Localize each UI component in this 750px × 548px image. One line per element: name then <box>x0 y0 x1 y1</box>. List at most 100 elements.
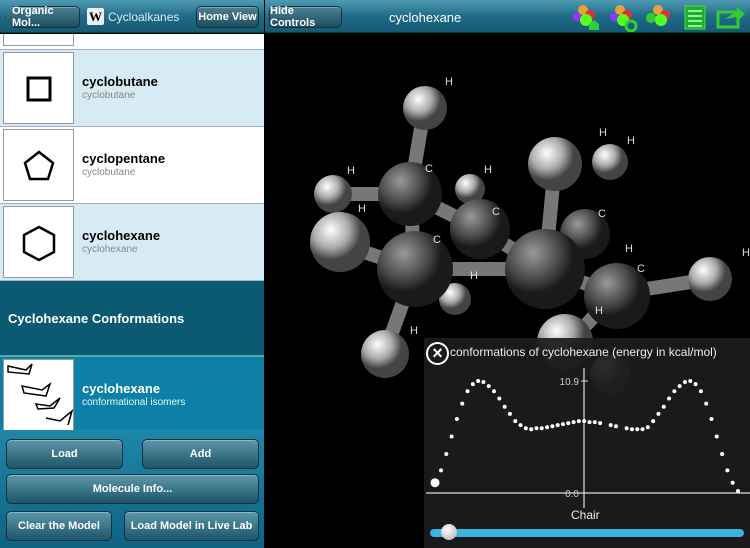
nav-title: Cycloalkanes <box>108 10 180 24</box>
y-tick-label: 10.9 <box>560 377 580 388</box>
svg-text:H: H <box>470 270 478 282</box>
energy-point <box>592 420 597 425</box>
item-subtitle: cyclohexane <box>82 244 138 255</box>
right-nav-bar: Hide Controls cyclohexane <box>265 0 750 33</box>
energy-point <box>608 423 613 428</box>
energy-point <box>688 379 693 383</box>
energy-point <box>736 488 740 493</box>
energy-point <box>667 396 672 401</box>
energy-point <box>454 417 459 422</box>
energy-point <box>539 426 544 431</box>
energy-point <box>582 419 587 424</box>
energy-point <box>720 451 725 456</box>
energy-point <box>460 401 465 406</box>
energy-point <box>439 468 443 473</box>
svg-text:H: H <box>625 243 633 255</box>
energy-point <box>651 419 656 424</box>
energy-point <box>465 389 470 394</box>
energy-point <box>598 421 603 426</box>
energy-point <box>513 419 518 424</box>
thumbnail <box>3 34 74 46</box>
carbon-atoms <box>377 162 650 329</box>
energy-point <box>640 427 645 432</box>
svg-text:H: H <box>347 165 355 177</box>
svg-text:C: C <box>598 208 606 220</box>
list-item-cyclohexane[interactable]: cyclohexane cyclohexane <box>0 204 264 281</box>
conformation-slider[interactable] <box>430 529 744 537</box>
energy-point <box>476 379 481 383</box>
square-thumbnail <box>3 52 74 124</box>
svg-text:H: H <box>595 305 603 317</box>
energy-point <box>672 389 677 394</box>
load-button[interactable]: Load <box>6 439 123 469</box>
energy-point <box>444 451 449 456</box>
item-title: cyclohexane <box>82 228 161 243</box>
back-button[interactable]: Organic Mol... <box>5 6 80 28</box>
energy-point <box>523 426 528 431</box>
energy-point <box>682 380 687 385</box>
load-live-lab-button[interactable]: Load Model in Live Lab <box>124 511 259 541</box>
clear-model-button[interactable]: Clear the Model <box>6 511 112 541</box>
list-icon[interactable] <box>684 5 706 30</box>
energy-point <box>560 422 565 427</box>
energy-point <box>624 426 629 431</box>
energy-point <box>545 425 550 430</box>
item-subtitle: cyclobutane <box>82 167 136 178</box>
energy-point <box>645 425 650 430</box>
energy-point <box>576 419 581 424</box>
pentagon-thumbnail <box>3 129 74 201</box>
energy-point <box>704 401 709 406</box>
list-item-conformations[interactable]: cyclohexane conformational isomers <box>0 357 264 430</box>
list-item-partial[interactable] <box>0 34 264 50</box>
energy-point <box>502 404 507 409</box>
energy-point <box>629 427 634 432</box>
energy-point <box>550 424 555 429</box>
section-title: Cyclohexane Conformations <box>8 311 185 326</box>
energy-point <box>481 380 486 385</box>
energy-point <box>555 423 560 428</box>
share-icon[interactable] <box>716 7 745 29</box>
molecule-settings-icon[interactable] <box>610 5 638 32</box>
energy-point <box>714 434 719 439</box>
list-item-cyclopentane[interactable]: cyclopentane cyclobutane <box>0 127 264 204</box>
molecule-refresh-icon[interactable] <box>646 5 670 26</box>
item-subtitle: cyclobutane <box>82 90 136 101</box>
energy-point <box>492 389 497 394</box>
section-header: Cyclohexane Conformations <box>0 281 264 357</box>
current-conformation-marker <box>430 478 440 488</box>
svg-text:H: H <box>627 135 635 147</box>
y-tick-label: 0.0 <box>565 489 579 500</box>
viewer-title: cyclohexane <box>389 10 462 25</box>
wikipedia-icon[interactable]: W <box>87 8 104 25</box>
svg-text:H: H <box>742 247 750 259</box>
energy-point <box>661 404 666 409</box>
molecule-info-button[interactable]: Molecule Info... <box>6 474 259 504</box>
energy-point <box>486 384 491 389</box>
add-button[interactable]: Add <box>142 439 259 469</box>
energy-point <box>635 427 640 432</box>
energy-point <box>656 411 661 416</box>
energy-chart-panel: × conformations of cyclohexane (energy i… <box>424 338 750 548</box>
svg-text:H: H <box>445 76 453 88</box>
svg-text:C: C <box>637 263 645 275</box>
svg-text:C: C <box>433 234 441 246</box>
svg-text:H: H <box>358 203 366 215</box>
item-title: cyclopentane <box>82 151 166 166</box>
energy-point <box>571 420 576 425</box>
energy-point <box>730 480 735 485</box>
energy-point <box>470 382 475 387</box>
hide-controls-button[interactable]: Hide Controls <box>269 5 342 29</box>
home-view-button[interactable]: Home View <box>196 6 259 28</box>
molecule-list: cyclobutane cyclobutane cyclopentane cyclo… <box>0 34 264 430</box>
list-item-cyclobutane[interactable]: cyclobutane cyclobutane <box>0 50 264 127</box>
molecule-home-icon[interactable] <box>573 5 599 30</box>
energy-point <box>698 389 703 394</box>
hexagon-thumbnail <box>3 206 74 278</box>
energy-point <box>693 382 698 387</box>
energy-point <box>529 427 534 432</box>
left-nav-bar: Organic Mol... W Cycloalkanes Home View <box>0 0 264 33</box>
slider-thumb[interactable] <box>440 524 457 540</box>
svg-text:H: H <box>410 325 418 337</box>
energy-point <box>587 420 592 425</box>
energy-point <box>614 424 619 429</box>
